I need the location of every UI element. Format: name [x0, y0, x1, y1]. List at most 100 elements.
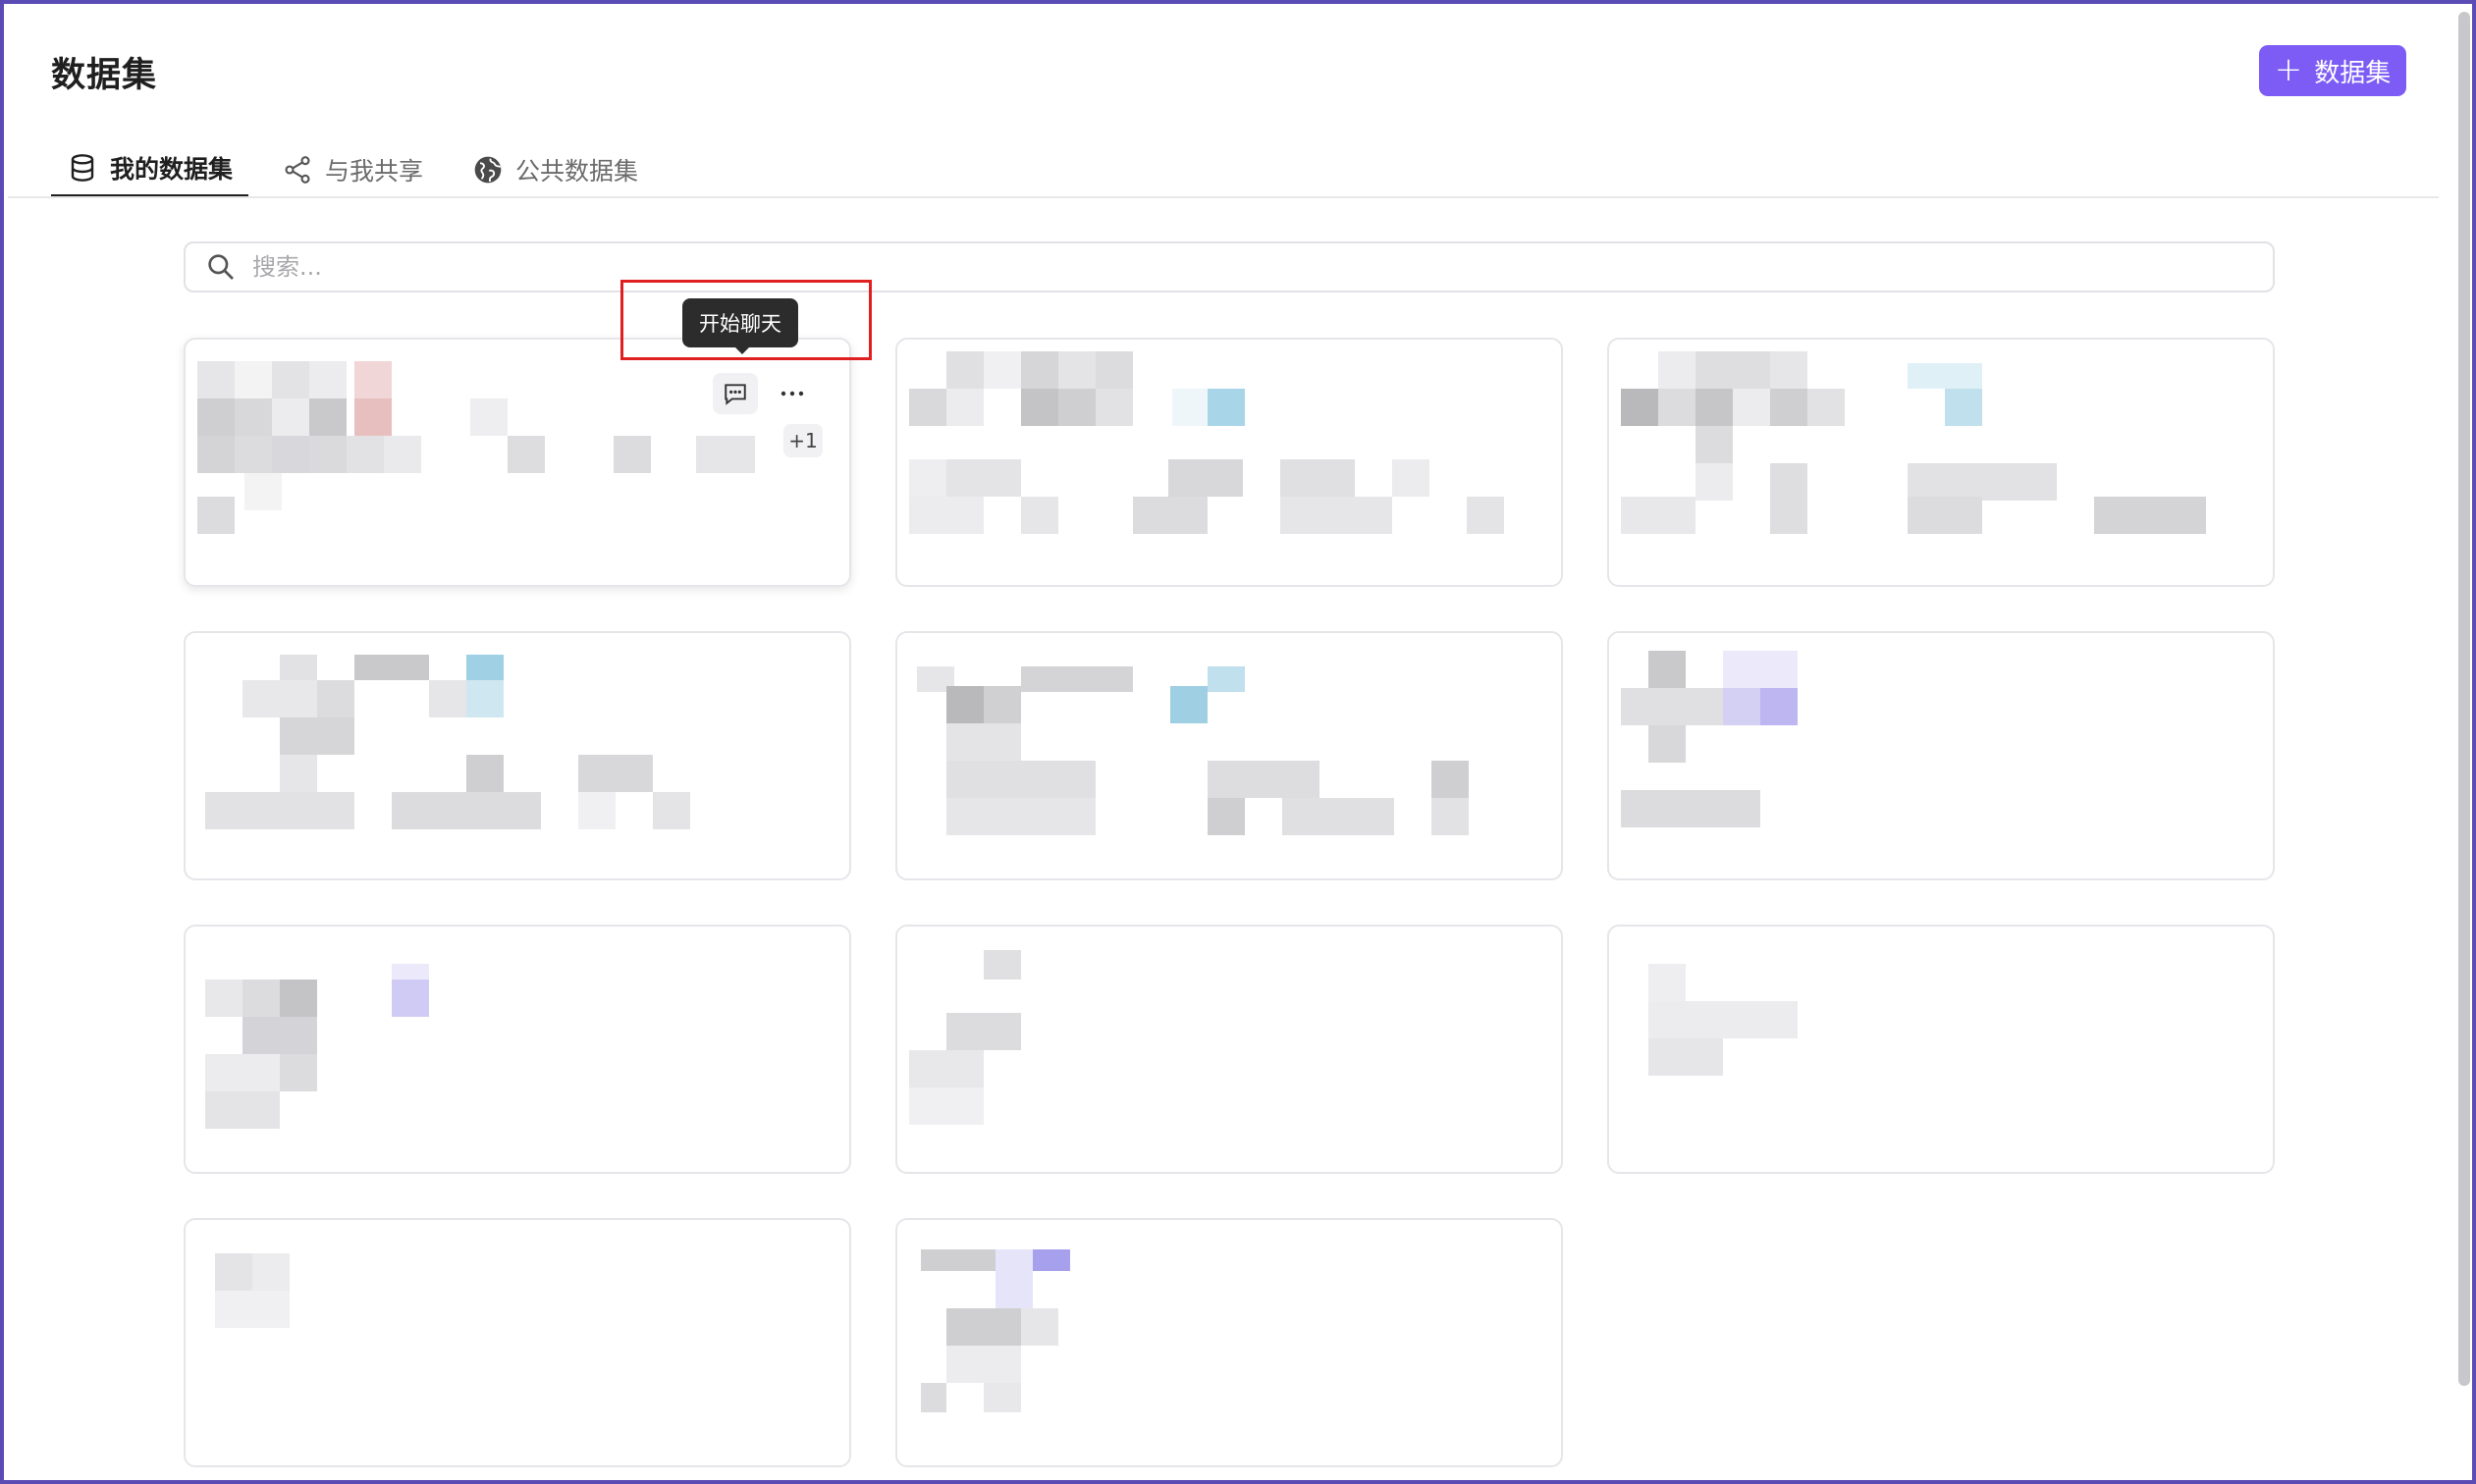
redacted-content: [578, 792, 616, 829]
dataset-card[interactable]: +1: [184, 338, 851, 587]
redacted-content: [354, 361, 392, 398]
redacted-content: [242, 1017, 317, 1054]
search-icon: [208, 254, 234, 280]
redacted-content: [1058, 389, 1096, 426]
redacted-content: [909, 389, 946, 426]
tab-my-datasets[interactable]: 我的数据集: [51, 141, 249, 198]
redacted-content: [996, 1271, 1033, 1308]
search-bar[interactable]: [184, 241, 2275, 292]
redacted-content: [1723, 651, 1798, 688]
redacted-content: [280, 755, 317, 792]
redacted-content: [1696, 389, 1733, 426]
redacted-content: [317, 680, 354, 717]
dataset-card[interactable]: [184, 631, 851, 880]
add-dataset-button[interactable]: + 数据集: [2259, 45, 2406, 96]
redacted-content: [309, 398, 347, 436]
redacted-content: [235, 398, 272, 436]
redacted-content: [347, 436, 384, 473]
redacted-content: [429, 680, 466, 717]
redacted-content: [1021, 389, 1058, 426]
redacted-content: [653, 792, 690, 829]
redacted-content: [1908, 463, 2057, 501]
redacted-content: [909, 497, 984, 534]
redacted-content: [1696, 426, 1733, 463]
redacted-content: [1648, 1001, 1798, 1038]
tag-overflow-badge[interactable]: +1: [783, 424, 823, 457]
redacted-content: [508, 436, 545, 473]
redacted-content: [1658, 351, 1696, 389]
redacted-content: [235, 436, 272, 473]
redacted-content: [578, 755, 653, 792]
dataset-card[interactable]: [895, 1218, 1563, 1467]
redacted-content: [1096, 389, 1133, 426]
app-window: 数据集 + 数据集 我的数据集 与我共享 公共数据集 搜索... +1 开始聊天: [0, 0, 2476, 1484]
redacted-content: [272, 436, 309, 473]
dataset-card[interactable]: [184, 925, 851, 1174]
redacted-content: [1648, 964, 1686, 1001]
redacted-content: [1021, 666, 1133, 692]
redacted-content: [392, 980, 429, 1017]
redacted-content: [1770, 463, 1807, 534]
more-horizontal-icon: [780, 391, 804, 397]
database-icon: [71, 154, 94, 182]
redacted-content: [1431, 798, 1469, 835]
redacted-content: [466, 655, 504, 680]
redacted-content: [1908, 497, 1982, 534]
dataset-card[interactable]: [1607, 338, 2275, 587]
tab-shared-with-me[interactable]: 与我共享: [266, 141, 439, 198]
scrollbar-thumb[interactable]: [2458, 12, 2470, 1386]
dataset-card[interactable]: [895, 338, 1563, 587]
dataset-card[interactable]: [895, 925, 1563, 1174]
redacted-content: [470, 398, 508, 436]
redacted-content: [242, 680, 317, 717]
dataset-card[interactable]: [184, 1218, 851, 1467]
redacted-content: [1770, 389, 1807, 426]
redacted-content: [280, 1054, 317, 1091]
more-options-button[interactable]: [770, 373, 815, 414]
redacted-content: [197, 436, 235, 473]
redacted-content: [946, 761, 1096, 798]
redacted-content: [946, 1308, 1021, 1346]
redacted-content: [1170, 686, 1208, 723]
redacted-content: [1021, 1308, 1058, 1346]
redacted-content: [1021, 351, 1058, 389]
redacted-content: [1648, 651, 1686, 688]
redacted-content: [1467, 497, 1504, 534]
redacted-content: [205, 1091, 280, 1129]
globe-icon: [474, 156, 502, 184]
redacted-content: [1280, 497, 1392, 534]
redacted-content: [272, 398, 309, 436]
redacted-content: [354, 398, 392, 436]
annotation-highlight-box: [620, 280, 872, 360]
redacted-content: [1282, 798, 1394, 835]
redacted-content: [946, 723, 1021, 761]
dataset-card[interactable]: [895, 631, 1563, 880]
redacted-content: [252, 1253, 290, 1291]
redacted-content: [909, 459, 946, 497]
redacted-content: [1096, 351, 1133, 389]
redacted-content: [1280, 459, 1355, 497]
redacted-content: [2094, 497, 2206, 534]
redacted-content: [1945, 389, 1982, 426]
redacted-content: [197, 398, 235, 436]
tab-label: 公共数据集: [515, 157, 639, 186]
redacted-content: [984, 351, 1021, 389]
redacted-content: [1648, 725, 1686, 763]
redacted-content: [909, 1087, 984, 1125]
start-chat-button[interactable]: [713, 373, 758, 414]
redacted-content: [392, 792, 541, 829]
redacted-content: [946, 351, 984, 389]
redacted-content: [1908, 363, 1982, 389]
dataset-card[interactable]: [1607, 631, 2275, 880]
redacted-content: [1392, 459, 1429, 497]
redacted-content: [197, 497, 235, 534]
dataset-card[interactable]: [1607, 925, 2275, 1174]
redacted-content: [1208, 666, 1245, 692]
redacted-content: [1621, 688, 1723, 725]
search-input[interactable]: [250, 252, 2120, 282]
redacted-content: [984, 950, 1021, 980]
redacted-content: [984, 1383, 1021, 1412]
tab-public-datasets[interactable]: 公共数据集: [457, 141, 654, 198]
redacted-content: [1621, 389, 1658, 426]
redacted-content: [1658, 389, 1696, 426]
